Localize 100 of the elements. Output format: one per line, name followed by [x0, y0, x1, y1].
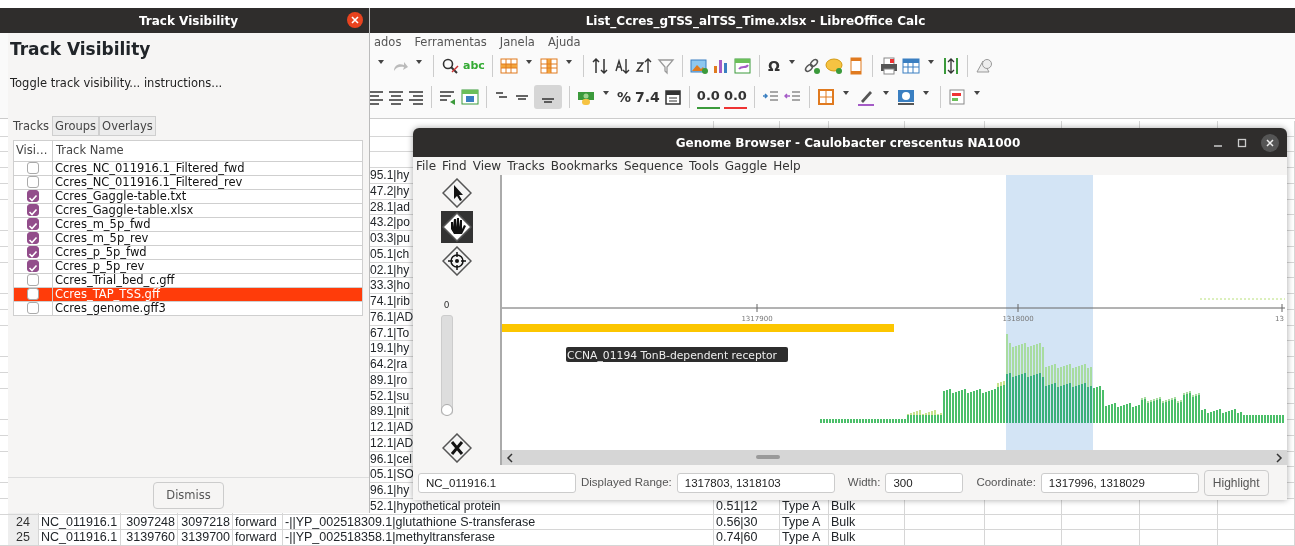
- maximize-icon[interactable]: [1237, 137, 1247, 148]
- track-row[interactable]: Ccres_Gaggle-table.txt: [14, 188, 362, 203]
- table-cell-text: 33.3|ho: [369, 278, 410, 293]
- menu-item[interactable]: Help: [773, 157, 801, 175]
- track-row[interactable]: Ccres_Gaggle-table.xlsx: [14, 202, 362, 217]
- align-left-icon[interactable]: [368, 88, 384, 106]
- menu-item[interactable]: Ferramentas: [414, 34, 487, 52]
- checkbox[interactable]: [27, 218, 39, 231]
- calendar-icon[interactable]: [663, 88, 682, 106]
- table-cell: forward: [235, 514, 277, 529]
- print-preview-icon[interactable]: [879, 57, 898, 76]
- image-icon[interactable]: [689, 57, 708, 76]
- column-header[interactable]: Track Name: [56, 143, 124, 158]
- align-center-icon[interactable]: [388, 88, 404, 106]
- borders-icon[interactable]: [816, 88, 835, 106]
- menu-item[interactable]: Find: [442, 157, 467, 175]
- highlight-button[interactable]: Highlight: [1203, 469, 1269, 496]
- field-label: Displayed Range:: [581, 474, 672, 490]
- field-label: Coordinate:: [976, 474, 1036, 490]
- merge-cells-icon[interactable]: [461, 88, 479, 106]
- menu-item[interactable]: Gaggle: [724, 157, 768, 175]
- hand-tool-button[interactable]: [440, 211, 473, 243]
- table-rows-icon[interactable]: [499, 57, 518, 76]
- checkbox[interactable]: [27, 302, 39, 315]
- pivot-table-icon[interactable]: [733, 57, 752, 76]
- pen-icon[interactable]: [856, 88, 875, 106]
- table-cell: 3097248: [126, 514, 175, 529]
- table-columns-icon[interactable]: [539, 57, 558, 76]
- conditional-format-icon[interactable]: [947, 88, 966, 106]
- find-replace-icon[interactable]: [441, 57, 459, 76]
- sort-descending-icon[interactable]: [634, 57, 653, 76]
- close-icon[interactable]: [1261, 133, 1279, 152]
- checkbox[interactable]: [27, 162, 39, 175]
- menu-item[interactable]: Janela: [499, 34, 535, 52]
- toolbar-button[interactable]: 0.0: [696, 85, 720, 109]
- checkbox[interactable]: [27, 204, 39, 217]
- comment-icon[interactable]: [824, 57, 843, 76]
- menu-item[interactable]: ados: [374, 34, 402, 52]
- toolbar-button[interactable]: %: [617, 85, 632, 109]
- checkbox[interactable]: [27, 274, 39, 287]
- menu-item[interactable]: Sequence: [623, 157, 684, 175]
- table-grid-icon[interactable]: [901, 57, 920, 76]
- target-tool-button[interactable]: [440, 245, 473, 277]
- table-cell: forward: [235, 530, 277, 545]
- column-header[interactable]: Visi…: [16, 142, 48, 160]
- menu-item[interactable]: Ajuda: [547, 34, 581, 52]
- cell-style-icon[interactable]: [896, 88, 915, 106]
- checkbox[interactable]: [27, 190, 39, 203]
- toolbar-button[interactable]: 0.0: [723, 85, 747, 109]
- track-row[interactable]: Ccres_Trial_bed_c.gff: [14, 272, 362, 287]
- wrap-text-icon[interactable]: [439, 88, 457, 106]
- checkbox[interactable]: [27, 176, 39, 189]
- checkbox[interactable]: [27, 232, 39, 245]
- close-icon[interactable]: [347, 12, 363, 28]
- menu-item[interactable]: Tools: [689, 157, 719, 175]
- table-cell-text: 05.1|SO: [369, 467, 414, 482]
- checkbox[interactable]: [27, 288, 39, 301]
- instructions-text: Toggle track visibility... instructions...: [10, 75, 223, 90]
- track-row[interactable]: Ccres_genome.gff3: [14, 300, 362, 315]
- zoom-out-icon[interactable]: [441, 432, 472, 463]
- track-row[interactable]: Ccres_TAP_TSS.gff: [14, 286, 362, 301]
- sort-arrows-icon[interactable]: [590, 57, 609, 76]
- text-field[interactable]: 300: [885, 472, 964, 493]
- menu-item[interactable]: Tracks: [507, 157, 545, 175]
- track-row[interactable]: Ccres_m_5p_rev: [14, 230, 362, 245]
- table-cell-text: 74.1|rib: [369, 294, 410, 308]
- pointer-tool-button[interactable]: [440, 177, 473, 209]
- toolbar-button[interactable]: 7.4: [635, 85, 660, 109]
- toolbar-button[interactable]: Ω: [766, 54, 781, 79]
- text-field[interactable]: 1317996, 1318029: [1040, 472, 1199, 493]
- checkbox[interactable]: [27, 246, 39, 259]
- menu-item[interactable]: File: [416, 157, 437, 175]
- track-row[interactable]: Ccres_p_5p_rev: [14, 258, 362, 273]
- text-field[interactable]: NC_011916.1: [418, 472, 576, 493]
- text-field[interactable]: 1317803, 1318103: [676, 472, 835, 493]
- zoom-slider[interactable]: [440, 314, 453, 415]
- dismiss-button[interactable]: Dismiss: [153, 481, 224, 510]
- checkbox[interactable]: [27, 260, 39, 273]
- track-row[interactable]: Ccres_m_5p_fwd: [14, 216, 362, 231]
- tab[interactable]: Groups: [52, 115, 100, 136]
- sort-ascending-icon[interactable]: [612, 57, 631, 76]
- track-row[interactable]: Ccres_NC_011916.1_Filtered_rev: [14, 174, 362, 189]
- dialog-heading: Track Visibility: [10, 39, 151, 59]
- align-bottom-button[interactable]: [534, 85, 562, 109]
- align-right-icon[interactable]: [408, 88, 424, 106]
- track-row[interactable]: Ccres_NC_011916.1_Filtered_fwd: [14, 160, 362, 175]
- scroll-left-icon[interactable]: [506, 452, 514, 463]
- table-cell: Type A: [782, 514, 821, 529]
- tab[interactable]: Overlays: [99, 115, 156, 136]
- bar-chart-icon[interactable]: [711, 57, 730, 76]
- table-cell: 0.74|60: [716, 530, 758, 545]
- tab[interactable]: Tracks: [10, 115, 53, 136]
- menu-item[interactable]: View: [472, 157, 502, 175]
- hyperlink-icon[interactable]: [802, 57, 821, 76]
- freeze-panes-icon[interactable]: [941, 57, 960, 76]
- slider-thumb[interactable]: [440, 403, 453, 416]
- menu-item[interactable]: Bookmarks: [550, 157, 618, 175]
- track-row[interactable]: Ccres_p_5p_fwd: [14, 244, 362, 259]
- scrollbar-thumb[interactable]: [756, 455, 780, 459]
- scroll-right-icon[interactable]: [1275, 452, 1283, 463]
